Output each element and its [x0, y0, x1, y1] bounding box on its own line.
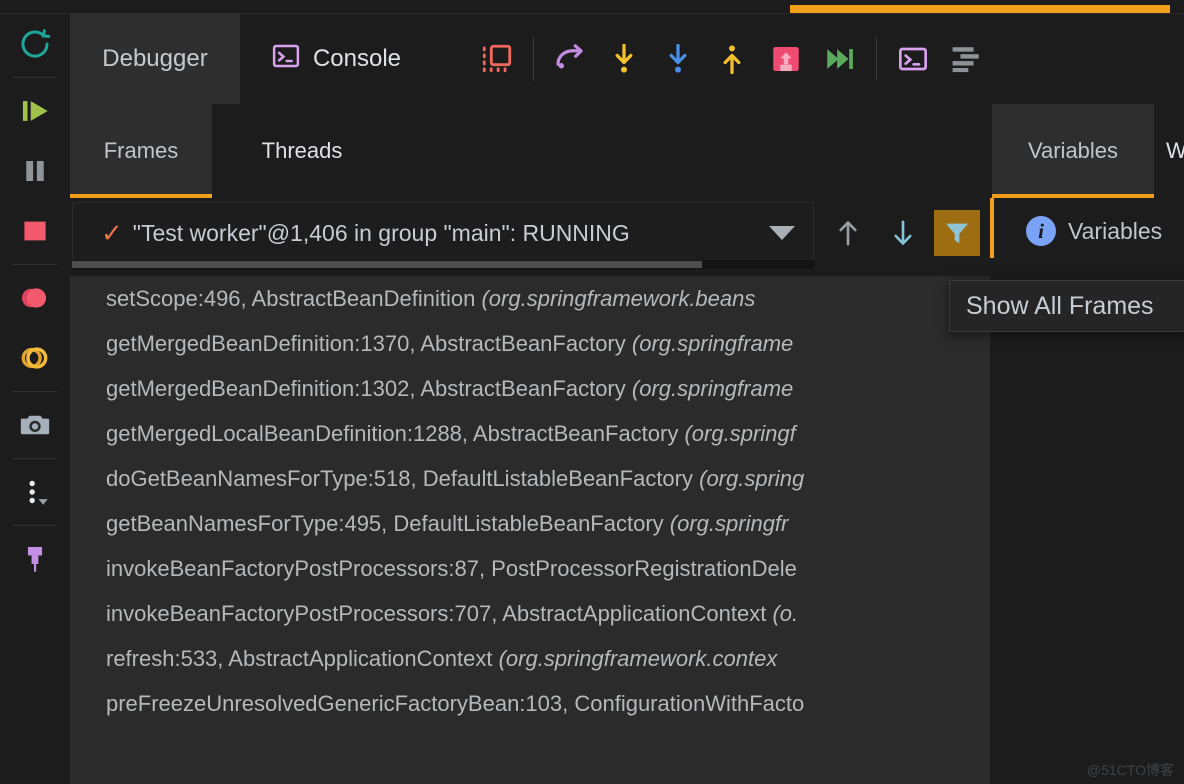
frame-package: (org.springf [684, 421, 796, 446]
frame-package: (org.springfr [669, 511, 789, 536]
rail-divider [13, 391, 57, 392]
frame-method: setScope:496, AbstractBeanDefinition [106, 286, 476, 311]
drop-frame-icon[interactable] [759, 14, 813, 104]
move-up-icon[interactable] [825, 210, 871, 256]
frame-method: getMergedLocalBeanDefinition:1288, Abstr… [106, 421, 679, 446]
tab-frames-label: Frames [103, 138, 179, 163]
thread-dropdown-scrollbar[interactable] [72, 260, 814, 269]
tab-frames[interactable]: Frames [70, 104, 212, 198]
camera-icon[interactable] [0, 395, 70, 455]
frame-package: (org.springframe [631, 331, 794, 356]
pause-icon[interactable] [0, 141, 70, 201]
debug-toolbar [470, 14, 994, 104]
frame-package: (o. [772, 601, 799, 626]
tab-variables[interactable]: Variables [992, 104, 1154, 198]
frame-row[interactable]: invokeBeanFactoryPostProcessors:87, Post… [70, 546, 990, 591]
tab-threads[interactable]: Threads [236, 104, 368, 198]
frame-row[interactable]: preFreezeUnresolvedGenericFactoryBean:10… [70, 681, 990, 726]
settings-lines-icon[interactable] [940, 14, 994, 104]
console-icon [271, 41, 301, 78]
mute-breakpoints-icon[interactable] [0, 328, 70, 388]
tab-watches-partial[interactable]: W [1166, 104, 1184, 198]
frames-view-icon[interactable] [470, 14, 524, 104]
tab-variables-label: Variables [1027, 138, 1119, 163]
step-over-icon[interactable] [543, 14, 597, 104]
variables-info-row[interactable]: i Variables [1026, 216, 1162, 246]
frame-row[interactable]: getBeanNamesForType:495, DefaultListable… [70, 501, 990, 546]
frame-row[interactable]: invokeBeanFactoryPostProcessors:707, Abs… [70, 591, 990, 636]
thread-selector-row: ✓ "Test worker"@1,406 in group "main": R… [70, 198, 990, 276]
tab-debugger[interactable]: Debugger [70, 14, 240, 108]
watermark: @51CTO博客 [1086, 762, 1174, 778]
frame-method: preFreezeUnresolvedGenericFactoryBean:10… [106, 691, 805, 716]
rail-divider [13, 77, 57, 78]
frame-method: doGetBeanNamesForType:518, DefaultListab… [106, 466, 693, 491]
tab-watches-label: W [1166, 138, 1184, 163]
view-breakpoints-icon[interactable] [0, 268, 70, 328]
chevron-down-icon[interactable] [769, 226, 795, 240]
pin-icon[interactable] [0, 529, 70, 589]
frame-method: getMergedBeanDefinition:1370, AbstractBe… [106, 331, 626, 356]
tab-console[interactable]: Console [256, 14, 416, 104]
thread-dropdown[interactable]: ✓ "Test worker"@1,406 in group "main": R… [72, 202, 814, 264]
frame-method: getBeanNamesForType:495, DefaultListable… [106, 511, 664, 536]
frame-row[interactable]: setScope:496, AbstractBeanDefinition (or… [70, 276, 990, 321]
debugger-window: Debugger Console Frames Threads ✓ "Test … [0, 0, 1184, 784]
frames-list[interactable]: setScope:496, AbstractBeanDefinition (or… [70, 276, 990, 784]
toolbar-divider [876, 37, 877, 81]
debug-tool-rail [0, 14, 70, 784]
frame-package: (org.springframework.beans [481, 286, 756, 311]
frame-row[interactable]: getMergedBeanDefinition:1302, AbstractBe… [70, 366, 990, 411]
step-out-icon[interactable] [705, 14, 759, 104]
frame-package: (org.spring [699, 466, 805, 491]
run-to-cursor-icon[interactable] [813, 14, 867, 104]
stop-icon[interactable] [0, 201, 70, 261]
frame-row[interactable]: refresh:533, AbstractApplicationContext … [70, 636, 990, 681]
info-icon: i [1026, 216, 1056, 246]
frame-row[interactable]: getMergedLocalBeanDefinition:1288, Abstr… [70, 411, 990, 456]
rail-divider [13, 458, 57, 459]
frame-package: (org.springframework.contex [498, 646, 778, 671]
resume-icon[interactable] [0, 81, 70, 141]
frames-threads-tabbar: Frames Threads [70, 104, 990, 198]
toolbar-divider [533, 37, 534, 81]
thread-dropdown-value: "Test worker"@1,406 in group "main": RUN… [132, 219, 630, 246]
variables-accent [990, 198, 994, 258]
frame-method: invokeBeanFactoryPostProcessors:707, Abs… [106, 601, 767, 626]
step-into-icon[interactable] [597, 14, 651, 104]
rail-divider [13, 525, 57, 526]
evaluate-expression-icon[interactable] [886, 14, 940, 104]
rerun-icon[interactable] [0, 14, 70, 74]
frame-method: invokeBeanFactoryPostProcessors:87, Post… [106, 556, 797, 581]
tooltip-show-all-frames: Show All Frames [949, 280, 1184, 332]
thread-check-icon: ✓ [101, 217, 123, 248]
move-down-icon[interactable] [880, 210, 926, 256]
frame-package: (org.springframe [631, 376, 794, 401]
tooltip-text: Show All Frames [966, 291, 1154, 320]
force-step-into-icon[interactable] [651, 14, 705, 104]
more-options-icon[interactable] [0, 462, 70, 522]
frame-method: refresh:533, AbstractApplicationContext [106, 646, 493, 671]
tab-threads-label: Threads [261, 138, 343, 163]
rail-divider [13, 264, 57, 265]
frame-method: getMergedBeanDefinition:1302, AbstractBe… [106, 376, 626, 401]
filter-icon[interactable] [934, 210, 980, 256]
tab-console-label: Console [312, 45, 402, 72]
variables-info-text: Variables [1068, 217, 1163, 244]
tab-debugger-label: Debugger [102, 45, 208, 72]
frame-row[interactable]: getMergedBeanDefinition:1370, AbstractBe… [70, 321, 990, 366]
debugger-tabbar: Debugger Console [70, 14, 1184, 108]
frame-row[interactable]: doGetBeanNamesForType:518, DefaultListab… [70, 456, 990, 501]
variables-panel: Variables W i Variables [990, 104, 1184, 784]
